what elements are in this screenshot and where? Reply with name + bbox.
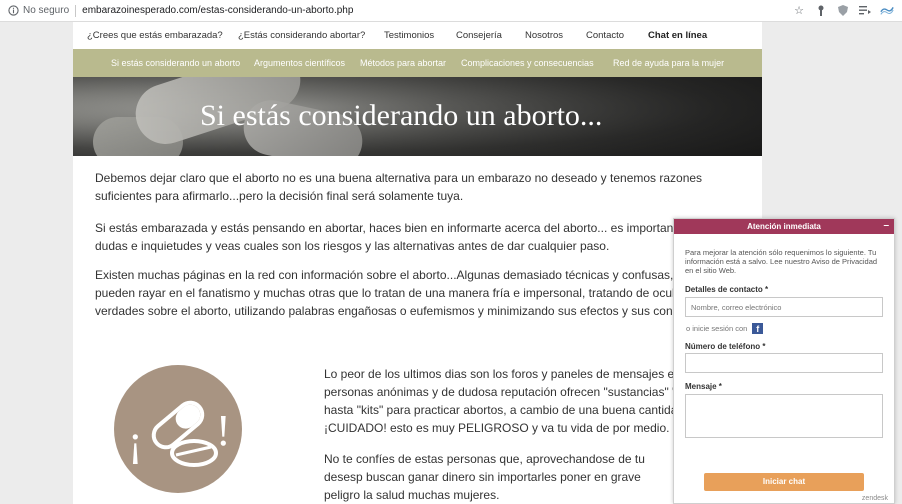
top-navigation: ¿Crees que estás embarazada? ¿Estás cons… [73,22,762,49]
toolbar-icons: ☆ [792,3,894,17]
phone-input[interactable] [685,353,883,373]
subnav-link-argumentos[interactable]: Argumentos científicos [254,58,345,68]
chat-header-title: Atención inmediata [747,222,821,231]
nav-link-considerando-abortar[interactable]: ¿Estás considerando abortar? [238,30,365,41]
social-login: o inicie sesión con f [686,323,764,334]
exclamation-open: ¡ [128,416,143,465]
subnav-link-complicaciones[interactable]: Complicaciones y consecuencias [461,58,594,68]
pill-illustration: ¡ ! [114,365,242,493]
address-bar[interactable]: embarazoinesperado.com/estas-considerand… [82,5,353,16]
info-icon[interactable] [6,4,20,18]
minimize-icon[interactable]: – [883,219,889,233]
chat-header[interactable]: Atención inmediata – [674,219,894,234]
paragraph-no-confies: No te confíes de estas personas que, apr… [324,452,645,502]
paragraph-informarte: Si estás embarazada y estás pensando en … [95,221,707,253]
contact-input[interactable] [685,297,883,317]
sub-navigation: Si estás considerando un aborto Argument… [73,49,762,77]
subnav-link-red-ayuda[interactable]: Red de ayuda para la mujer [613,58,724,68]
exclamation-close: ! [216,406,231,455]
divider [75,4,77,17]
nav-link-contacto[interactable]: Contacto [586,30,624,41]
chat-widget: Atención inmediata – Para mejorar la ate… [673,218,895,504]
phone-label: Número de teléfono * [685,342,766,351]
zendesk-logo: zendesk [861,495,888,502]
wave-extension-icon[interactable] [880,3,894,17]
paragraph-paginas: Existen muchas páginas en la red con inf… [95,268,704,318]
subnav-link-considerando[interactable]: Si estás considerando un aborto [111,58,240,68]
nav-link-nosotros[interactable]: Nosotros [525,30,563,41]
hero-banner: Si estás considerando un aborto... [73,77,762,156]
page-title: Si estás considerando un aborto... [200,99,603,132]
page-content: ¿Crees que estás embarazada? ¿Estás cons… [73,22,762,504]
nav-link-crees-embarazada[interactable]: ¿Crees que estás embarazada? [87,30,223,41]
chat-intro: Para mejorar la atención sólo requenimos… [685,248,878,275]
paragraph-foros: Lo peor de los ultimos dias son los foro… [324,367,691,435]
start-chat-button[interactable]: Iniciar chat [704,473,864,491]
security-label[interactable]: No seguro [23,5,69,16]
pill-icon: ¡ ! [128,400,231,467]
message-input[interactable] [685,394,883,438]
contact-label: Detalles de contacto * [685,285,769,294]
facebook-icon[interactable]: f [752,323,764,334]
paragraph-intro: Debemos dejar claro que el aborto no es … [95,171,703,203]
nav-link-chat[interactable]: Chat en línea [648,30,707,41]
nav-link-testimonios[interactable]: Testimonios [384,30,434,41]
star-icon[interactable]: ☆ [792,3,806,17]
social-login-text: o inicie sesión con [686,324,748,333]
shield-icon[interactable] [836,3,850,17]
browser-toolbar: No seguro embarazoinesperado.com/estas-c… [0,0,902,22]
extension-icon[interactable] [814,3,828,17]
nav-link-consejeria[interactable]: Consejería [456,30,502,41]
playlist-icon[interactable] [858,3,872,17]
subnav-link-metodos[interactable]: Métodos para abortar [360,58,446,68]
message-label: Mensaje * [685,382,722,391]
